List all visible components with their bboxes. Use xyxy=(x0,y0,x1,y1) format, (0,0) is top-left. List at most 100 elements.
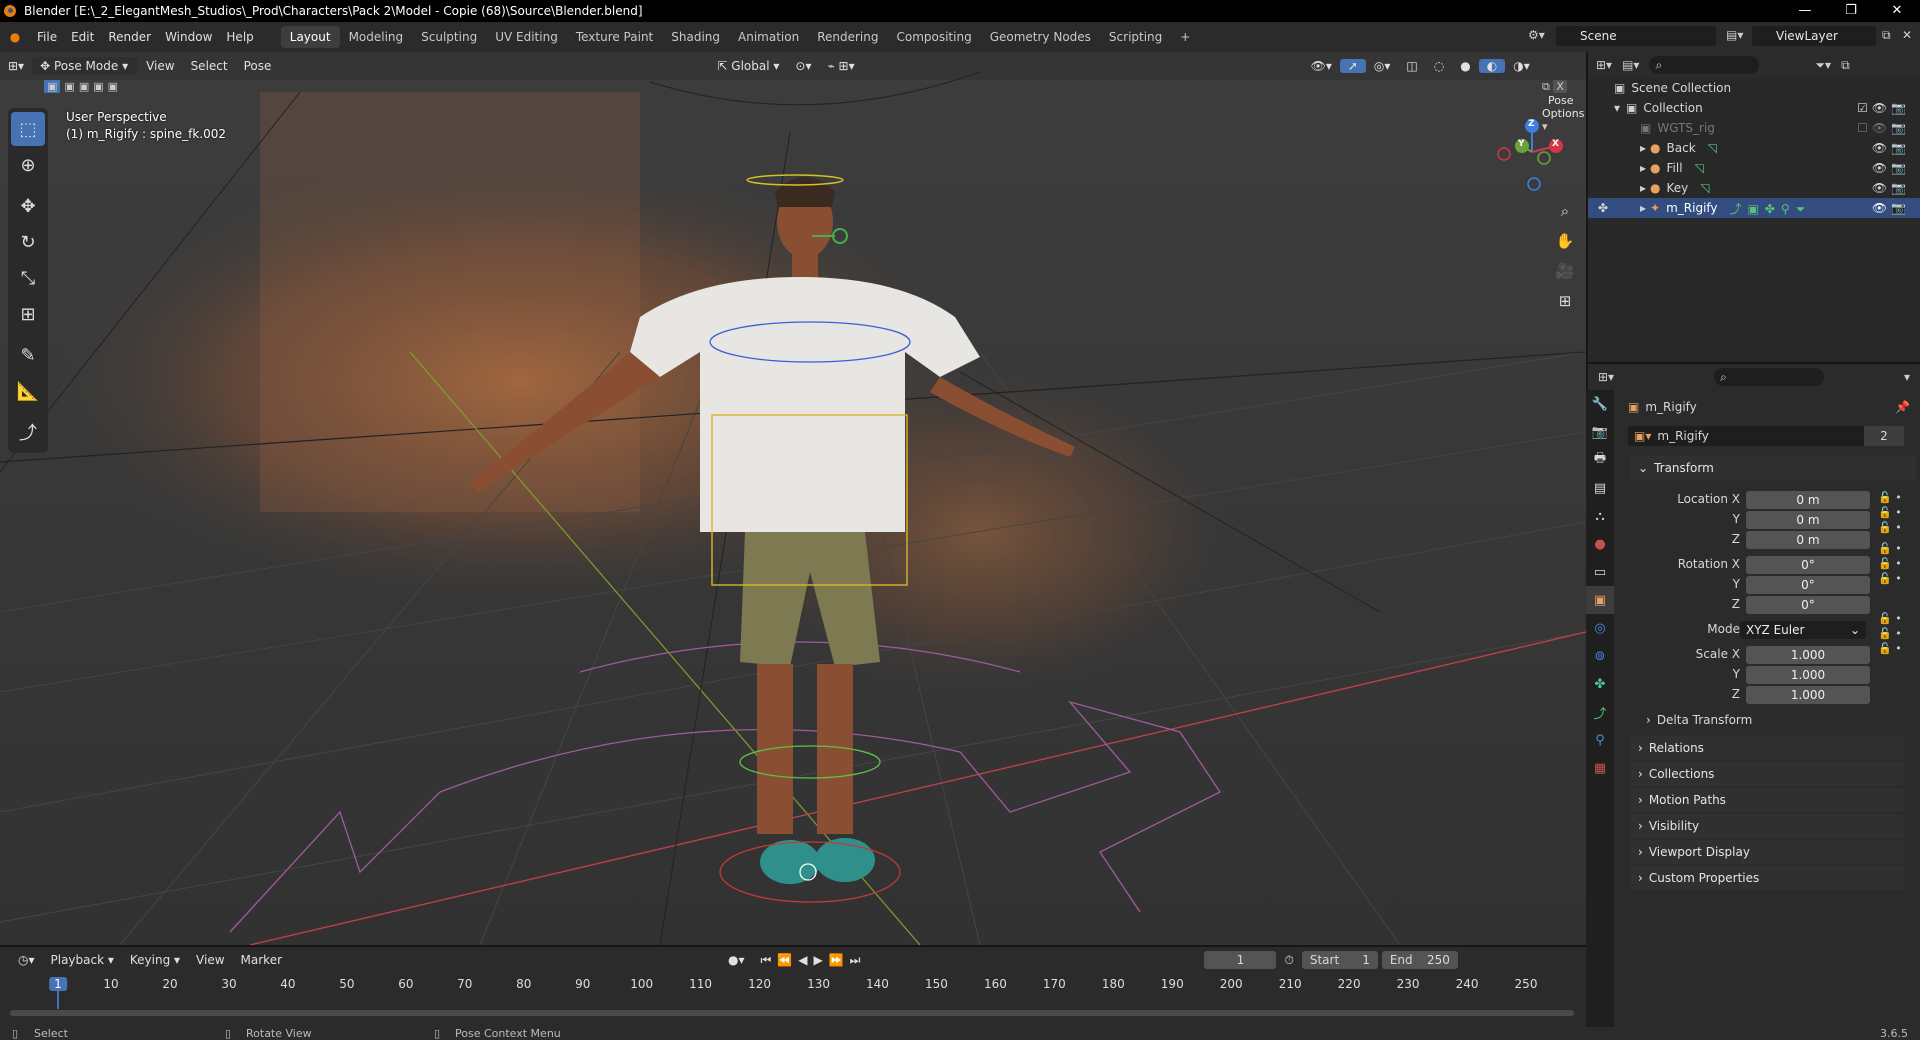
filter-icon[interactable]: ⏷▾ xyxy=(1815,58,1831,73)
user-count[interactable]: 2 xyxy=(1864,426,1904,446)
pose-tool-icon[interactable]: ⤴ xyxy=(11,415,45,449)
overlay-toggle-icon[interactable]: ◎▾ xyxy=(1366,59,1399,73)
view-layer-field[interactable]: ViewLayer xyxy=(1752,26,1876,46)
panel-visibility[interactable]: › Visibility xyxy=(1630,814,1904,838)
rotation-mode-dropdown[interactable]: XYZ Euler ⌄ xyxy=(1740,621,1866,639)
scene-selector-icon[interactable]: ⚙▾ xyxy=(1528,28,1545,42)
outliner-search-input[interactable]: ⌕ xyxy=(1649,56,1760,74)
tab-compositing[interactable]: Compositing xyxy=(887,26,980,48)
shading-solid-icon[interactable]: ● xyxy=(1452,59,1478,73)
playhead-line[interactable] xyxy=(57,991,59,1009)
select-box-icon[interactable]: ⬚ xyxy=(11,112,45,146)
select-invert-icon[interactable]: ▣ xyxy=(93,80,103,93)
panel-motion-paths[interactable]: › Motion Paths xyxy=(1630,788,1904,812)
blender-menu-icon[interactable]: ● xyxy=(0,30,30,44)
tab-animation[interactable]: Animation xyxy=(729,26,808,48)
world-tab-icon[interactable]: ● xyxy=(1586,530,1614,558)
delta-transform-subpanel[interactable]: › Delta Transform xyxy=(1646,713,1752,727)
expand-arrow-icon[interactable]: ▸ xyxy=(1640,161,1646,175)
modifiers-tab-icon[interactable]: ◎ xyxy=(1586,614,1614,642)
datablock-browse-icon[interactable]: ▣▾ xyxy=(1628,429,1657,443)
xray-icon[interactable]: ◫ xyxy=(1398,59,1425,73)
properties-editor-icon[interactable]: ⊞▾ xyxy=(1598,370,1614,384)
location-z-field[interactable]: 0 m xyxy=(1746,531,1870,549)
scene-field[interactable]: Scene xyxy=(1556,26,1716,46)
expand-arrow-icon[interactable]: ▾ xyxy=(1614,101,1620,115)
new-collection-icon[interactable]: ⧉ xyxy=(1841,58,1850,73)
tab-uv-editing[interactable]: UV Editing xyxy=(486,26,567,48)
lock-icon[interactable]: 🔓 • xyxy=(1878,572,1902,585)
display-mode-icon[interactable]: ▤▾ xyxy=(1622,58,1639,72)
scale-z-field[interactable]: 1.000 xyxy=(1746,686,1870,704)
object-data-tab-icon[interactable]: ⤴ xyxy=(1586,698,1614,726)
visibility-icon[interactable]: 👁▾ xyxy=(1303,59,1340,73)
perspective-grid-icon[interactable]: ⊞ xyxy=(1551,287,1579,315)
location-x-field[interactable]: 0 m xyxy=(1746,491,1870,509)
cursor-icon[interactable]: ⊕ xyxy=(11,148,45,182)
tab-sculpting[interactable]: Sculpting xyxy=(412,26,486,48)
lock-icon[interactable]: 🔓 • xyxy=(1878,642,1902,655)
outliner-item-key[interactable]: ▸ ● Key ◹ 👁📷 xyxy=(1588,178,1920,198)
item-visibility-icons[interactable]: 👁📷 xyxy=(1872,161,1910,175)
location-y-field[interactable]: 0 m xyxy=(1746,511,1870,529)
menu-select[interactable]: Select xyxy=(183,59,236,73)
lock-icon[interactable]: 🔓 • xyxy=(1878,542,1902,555)
item-visibility-icons[interactable]: 👁📷 xyxy=(1872,181,1910,195)
render-tab-icon[interactable]: 📷 xyxy=(1586,418,1614,446)
outliner-editor-icon[interactable]: ⊞▾ xyxy=(1596,58,1612,72)
pin-icon[interactable]: 📌 xyxy=(1895,400,1910,414)
mirror-icon[interactable]: ⧉ xyxy=(1542,80,1550,93)
outliner-item-back[interactable]: ▸ ● Back ◹ 👁📷 xyxy=(1588,138,1920,158)
lock-icon[interactable]: 🔓 • xyxy=(1878,491,1902,504)
transform-icon[interactable]: ⊞ xyxy=(11,297,45,331)
rotation-y-field[interactable]: 0° xyxy=(1746,576,1870,594)
close-button[interactable]: ✕ xyxy=(1874,0,1920,22)
select-intersect-icon[interactable]: ▣ xyxy=(108,80,118,93)
item-visibility-icons[interactable]: 👁📷 xyxy=(1872,141,1910,155)
menu-pose[interactable]: Pose xyxy=(236,59,280,73)
tool-tab-icon[interactable]: 🔧 xyxy=(1586,390,1614,418)
lock-icon[interactable]: 🔓 • xyxy=(1878,627,1902,640)
add-workspace-button[interactable]: + xyxy=(1171,26,1199,48)
pivot-point-icon[interactable]: ⊙▾ xyxy=(787,59,819,73)
gizmo-toggle-icon[interactable]: ➚ xyxy=(1339,59,1366,73)
menu-help[interactable]: Help xyxy=(219,30,260,44)
panel-custom-properties[interactable]: › Custom Properties xyxy=(1630,866,1904,890)
outliner-item-fill[interactable]: ▸ ● Fill ◹ 👁📷 xyxy=(1588,158,1920,178)
scale-y-field[interactable]: 1.000 xyxy=(1746,666,1870,684)
collection-tab-icon[interactable]: ▭ xyxy=(1586,558,1614,586)
constraints-tab-icon[interactable]: ✤ xyxy=(1586,670,1614,698)
lock-icon[interactable]: 🔓 • xyxy=(1878,557,1902,570)
expand-arrow-icon[interactable]: ▸ xyxy=(1640,201,1646,215)
item-visibility-icons[interactable]: ☐👁📷 xyxy=(1857,121,1910,135)
editor-type-icon[interactable]: ⊞▾ xyxy=(0,59,32,73)
tab-geometry-nodes[interactable]: Geometry Nodes xyxy=(981,26,1100,48)
minimize-button[interactable]: — xyxy=(1782,0,1828,22)
output-tab-icon[interactable]: 🖶 xyxy=(1586,446,1614,474)
shading-material-icon[interactable]: ◐ xyxy=(1478,59,1506,73)
rotate-icon[interactable]: ↻ xyxy=(11,225,45,259)
mode-selector[interactable]: ✥ Pose Mode ▾ xyxy=(32,57,139,75)
tab-rendering[interactable]: Rendering xyxy=(808,26,887,48)
outliner-scene-collection[interactable]: ▣ Scene Collection xyxy=(1588,78,1920,98)
menu-window[interactable]: Window xyxy=(158,30,219,44)
scale-x-field[interactable]: 1.000 xyxy=(1746,646,1870,664)
pan-hand-icon[interactable]: ✋ xyxy=(1551,227,1579,255)
tab-texture-paint[interactable]: Texture Paint xyxy=(567,26,662,48)
chevron-down-icon[interactable]: ▾ xyxy=(1904,370,1910,384)
x-mirror-toggle[interactable]: X xyxy=(1553,80,1567,93)
zoom-icon[interactable]: ⌕ xyxy=(1551,197,1579,225)
properties-search-input[interactable]: ⌕ xyxy=(1714,368,1825,386)
lock-icon[interactable]: 🔓 • xyxy=(1878,506,1902,519)
object-datablock-field[interactable]: ▣▾ m_Rigify 2 xyxy=(1628,426,1904,446)
measure-icon[interactable]: 📐 xyxy=(11,374,45,408)
rotation-x-field[interactable]: 0° xyxy=(1746,556,1870,574)
select-set-icon[interactable]: ▣ xyxy=(44,80,61,93)
tab-scripting[interactable]: Scripting xyxy=(1100,26,1171,48)
outliner-collection[interactable]: ▾ ▣ Collection ☑👁📷 xyxy=(1588,98,1920,118)
item-visibility-icons[interactable]: 👁📷 xyxy=(1872,201,1910,215)
menu-view[interactable]: View xyxy=(138,59,182,73)
panel-viewport-display[interactable]: › Viewport Display xyxy=(1630,840,1904,864)
remove-view-layer-icon[interactable]: ✕ xyxy=(1902,28,1912,42)
transform-orientation-dropdown[interactable]: ⇱ Global ▾ xyxy=(709,59,787,73)
